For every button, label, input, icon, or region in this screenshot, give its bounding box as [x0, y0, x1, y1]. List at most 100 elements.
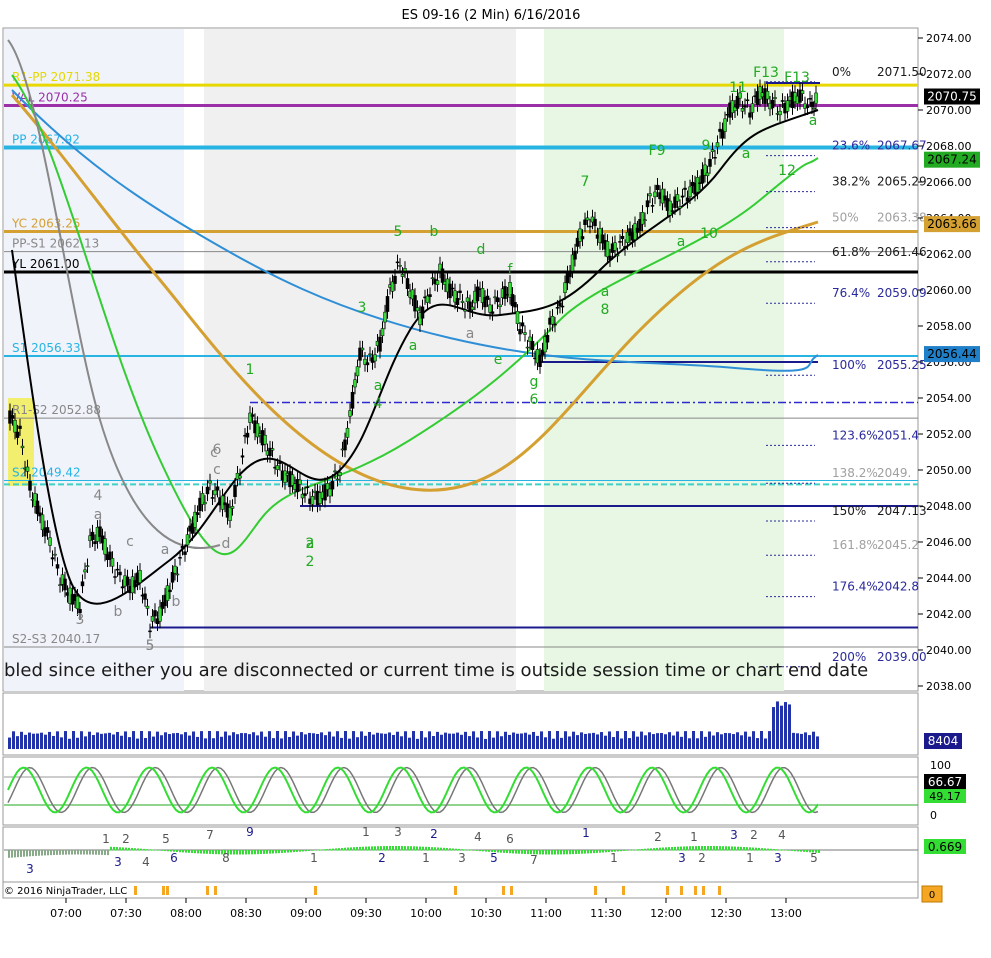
- volume-bar: [176, 732, 179, 749]
- volume-bar: [320, 732, 323, 749]
- volume-bar: [72, 731, 75, 749]
- candle: [75, 595, 80, 610]
- oscillator-bar: [716, 846, 718, 851]
- candle: [368, 353, 372, 356]
- oscillator-bar: [545, 850, 547, 855]
- candle: [58, 584, 62, 586]
- wave-annotation: 5: [146, 638, 155, 654]
- oscillator-bar: [23, 850, 25, 857]
- oscillator-label: 2: [698, 851, 706, 865]
- oscillator-bar: [674, 846, 676, 851]
- oscillator-bar: [278, 850, 280, 854]
- candle: [740, 107, 745, 112]
- candle: [93, 541, 97, 545]
- candle: [250, 414, 255, 417]
- volume-bar: [496, 731, 499, 749]
- volume-bar: [640, 731, 643, 749]
- volume-bar: [516, 733, 519, 749]
- y-tick-label: 2050.00: [926, 464, 972, 477]
- oscillator-bar: [401, 846, 403, 851]
- volume-bar: [672, 735, 675, 749]
- event-marker: [694, 886, 697, 895]
- oscillator-bar: [551, 850, 553, 855]
- volume-bar: [680, 736, 683, 749]
- oscillator-bar: [209, 850, 211, 854]
- oscillator-bar: [233, 850, 235, 855]
- volume-bar: [668, 732, 671, 749]
- oscillator-bar: [38, 850, 40, 856]
- oscillator-label: 1: [582, 826, 590, 840]
- candle: [118, 571, 122, 576]
- oscillator-bar: [44, 850, 46, 856]
- volume-bar: [808, 735, 811, 749]
- candle: [812, 107, 816, 110]
- oscillator-label: 4: [778, 828, 786, 842]
- event-marker: [594, 886, 597, 895]
- oscillator-bar: [725, 846, 727, 851]
- candle: [385, 296, 390, 312]
- volume-bar: [64, 731, 67, 749]
- oscillator-bar: [185, 850, 187, 853]
- oscillator-bar: [281, 850, 283, 853]
- candle: [110, 558, 115, 567]
- candle: [175, 573, 180, 576]
- volume-bar: [768, 731, 771, 749]
- event-marker: [666, 886, 669, 895]
- candle: [568, 271, 572, 278]
- volume-bar: [532, 731, 535, 749]
- oscillator-bar: [419, 846, 421, 851]
- volume-bar: [148, 731, 151, 749]
- volume-bar: [344, 731, 347, 749]
- oscillator-bar: [683, 846, 685, 851]
- volume-bar: [76, 737, 79, 749]
- volume-bar: [696, 738, 699, 749]
- oscillator-bar: [257, 850, 259, 855]
- oscillator-label: 7: [530, 853, 538, 867]
- oscillator-bar: [323, 849, 325, 851]
- candle: [780, 100, 785, 102]
- oscillator-bar: [143, 848, 145, 851]
- oscillator-bar: [761, 848, 763, 851]
- oscillator-bar: [98, 850, 100, 855]
- wave-annotation: c: [213, 462, 221, 478]
- oscillator-bar: [803, 850, 805, 852]
- candle: [403, 268, 407, 272]
- candle: [50, 557, 55, 560]
- candle: [765, 91, 770, 100]
- candle: [338, 472, 342, 476]
- oscillator-bar: [515, 850, 517, 854]
- volume-bar: [388, 732, 391, 749]
- volume-bar: [244, 733, 247, 749]
- oscillator-bar: [467, 849, 469, 851]
- volume-bar: [404, 731, 407, 749]
- oscillator-bar: [104, 850, 106, 856]
- oscillator-bar: [449, 848, 451, 851]
- volume-bar: [716, 732, 719, 749]
- wave-annotation: 7: [581, 174, 590, 190]
- oscillator-bar: [56, 850, 58, 855]
- oscillator-bar: [194, 850, 196, 854]
- oscillator-bar: [479, 850, 481, 852]
- candle: [170, 572, 175, 583]
- oscillator-bar: [71, 850, 73, 855]
- oscillator-bar: [296, 850, 298, 852]
- fib-level-price: 2061.46: [877, 245, 927, 259]
- oscillator-bar: [785, 849, 787, 851]
- candle: [518, 329, 522, 335]
- volume-bar: [780, 705, 783, 749]
- y-tick-label: 2042.00: [926, 608, 972, 621]
- candle: [608, 255, 612, 261]
- candle: [205, 486, 210, 495]
- event-marker: [622, 886, 625, 895]
- candle: [53, 553, 57, 556]
- candle: [705, 172, 710, 177]
- fib-level-price: 2042.8: [877, 580, 919, 594]
- candle: [83, 569, 87, 573]
- oscillator-bar: [35, 850, 37, 856]
- chart-window: ES 09-16 (2 Min) 6/16/2016 R1-PP 2071.38…: [0, 0, 991, 954]
- oscillator-bar: [560, 850, 562, 855]
- volume-bar: [544, 737, 547, 749]
- wave-annotation: F9: [649, 143, 666, 159]
- x-tick-label: 12:30: [710, 907, 742, 920]
- oscillator-label: 1: [102, 832, 110, 846]
